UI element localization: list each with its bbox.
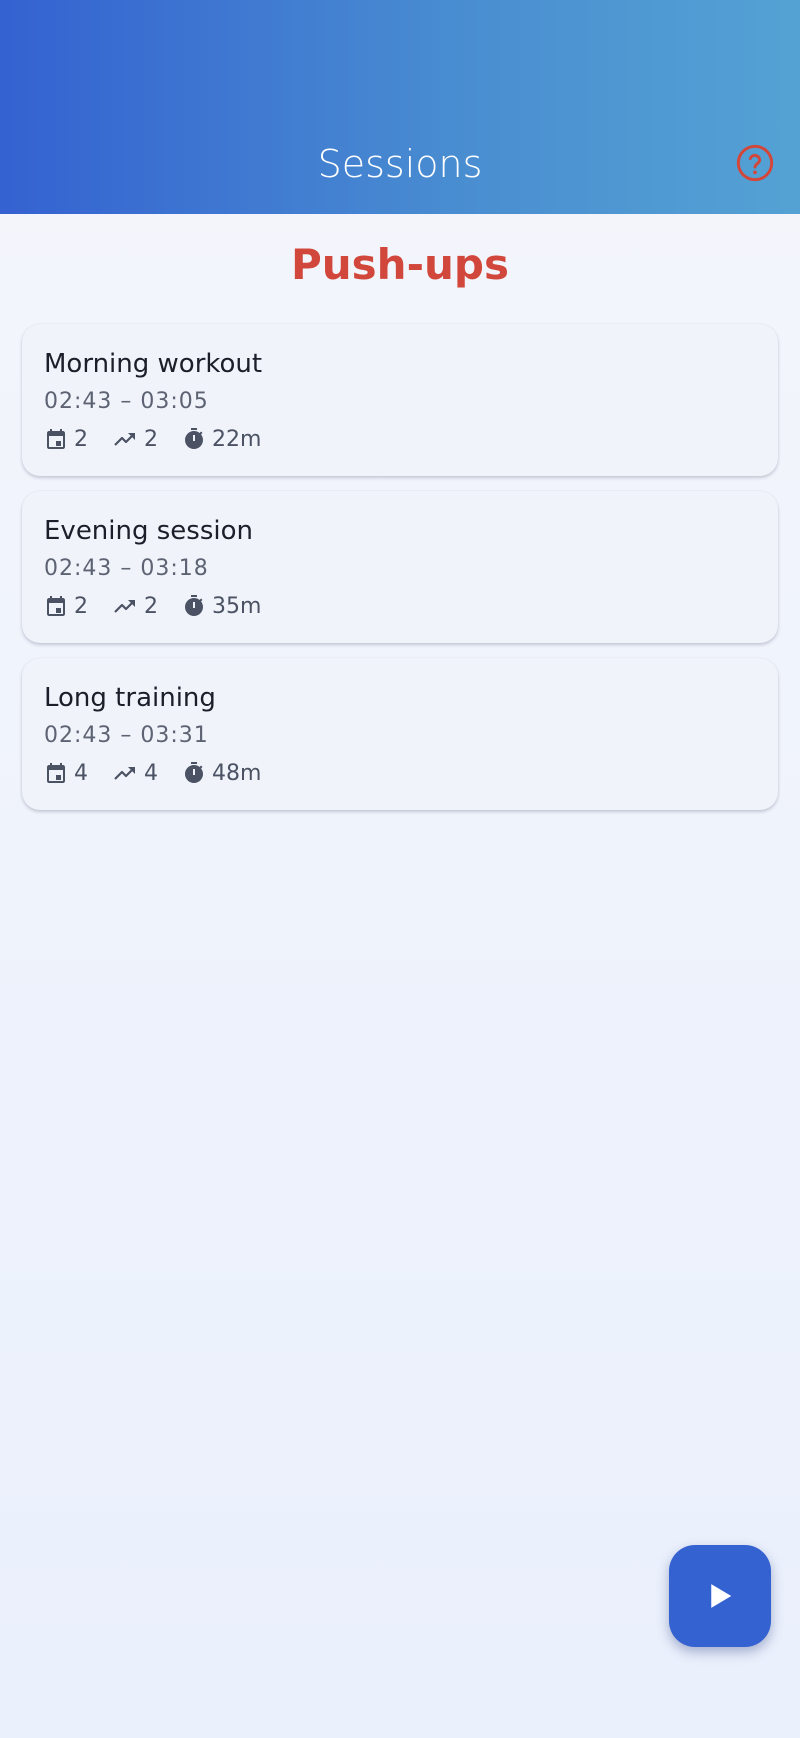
session-time-range: 02:43 – 03:05 (44, 389, 209, 414)
stat-duration-value: 35m (212, 593, 262, 619)
play-icon (711, 1584, 732, 1608)
stat-days: 2 (44, 427, 88, 452)
stat-trend: 4 (112, 761, 158, 786)
session-time-range: 02:43 – 03:18 (44, 556, 209, 581)
calendar-icon (47, 429, 65, 449)
calendar-icon (47, 596, 65, 616)
timer-icon (185, 595, 203, 616)
session-name: Morning workout (44, 349, 263, 379)
session-card[interactable]: Long training 02:43 – 03:31 4 4 48m (22, 658, 778, 810)
exercise-title: Push-ups (291, 240, 509, 289)
page-title: Sessions (317, 142, 483, 186)
stat-duration-value: 22m (212, 426, 262, 452)
stat-days-value: 2 (74, 426, 88, 452)
stat-duration-value: 48m (212, 760, 262, 786)
session-list: Morning workout 02:43 – 03:05 2 2 22m Ev… (22, 324, 778, 825)
stat-trend-value: 2 (144, 426, 158, 452)
stat-days: 2 (44, 594, 88, 619)
session-stats: 2 2 22m (44, 422, 756, 456)
session-stats: 4 4 48m (44, 756, 756, 790)
calendar-icon (47, 763, 65, 783)
help-circle-icon (736, 144, 774, 182)
trending-up-icon (114, 600, 135, 613)
timer-icon (185, 428, 203, 449)
session-card[interactable]: Evening session 02:43 – 03:18 2 2 35m (22, 491, 778, 643)
stat-duration: 22m (182, 427, 261, 452)
stat-days-value: 2 (74, 593, 88, 619)
timer-icon (185, 762, 203, 783)
session-name: Evening session (44, 516, 254, 546)
stat-duration: 35m (182, 594, 261, 619)
stat-duration: 48m (182, 761, 261, 786)
help-button[interactable] (732, 140, 778, 186)
stat-trend: 2 (112, 427, 158, 452)
session-card[interactable]: Morning workout 02:43 – 03:05 2 2 22m (22, 324, 778, 476)
trending-up-icon (114, 433, 135, 446)
session-stats: 2 2 35m (44, 589, 756, 623)
stat-trend-value: 2 (144, 593, 158, 619)
trending-up-icon (114, 767, 135, 780)
stat-trend-value: 4 (144, 760, 158, 786)
session-time-range: 02:43 – 03:31 (44, 723, 209, 748)
app-bar: Sessions (0, 0, 800, 214)
stat-trend: 2 (112, 594, 158, 619)
stat-days-value: 4 (74, 760, 88, 786)
session-name: Long training (44, 683, 216, 713)
start-session-fab[interactable] (669, 1545, 771, 1647)
stat-days: 4 (44, 761, 88, 786)
